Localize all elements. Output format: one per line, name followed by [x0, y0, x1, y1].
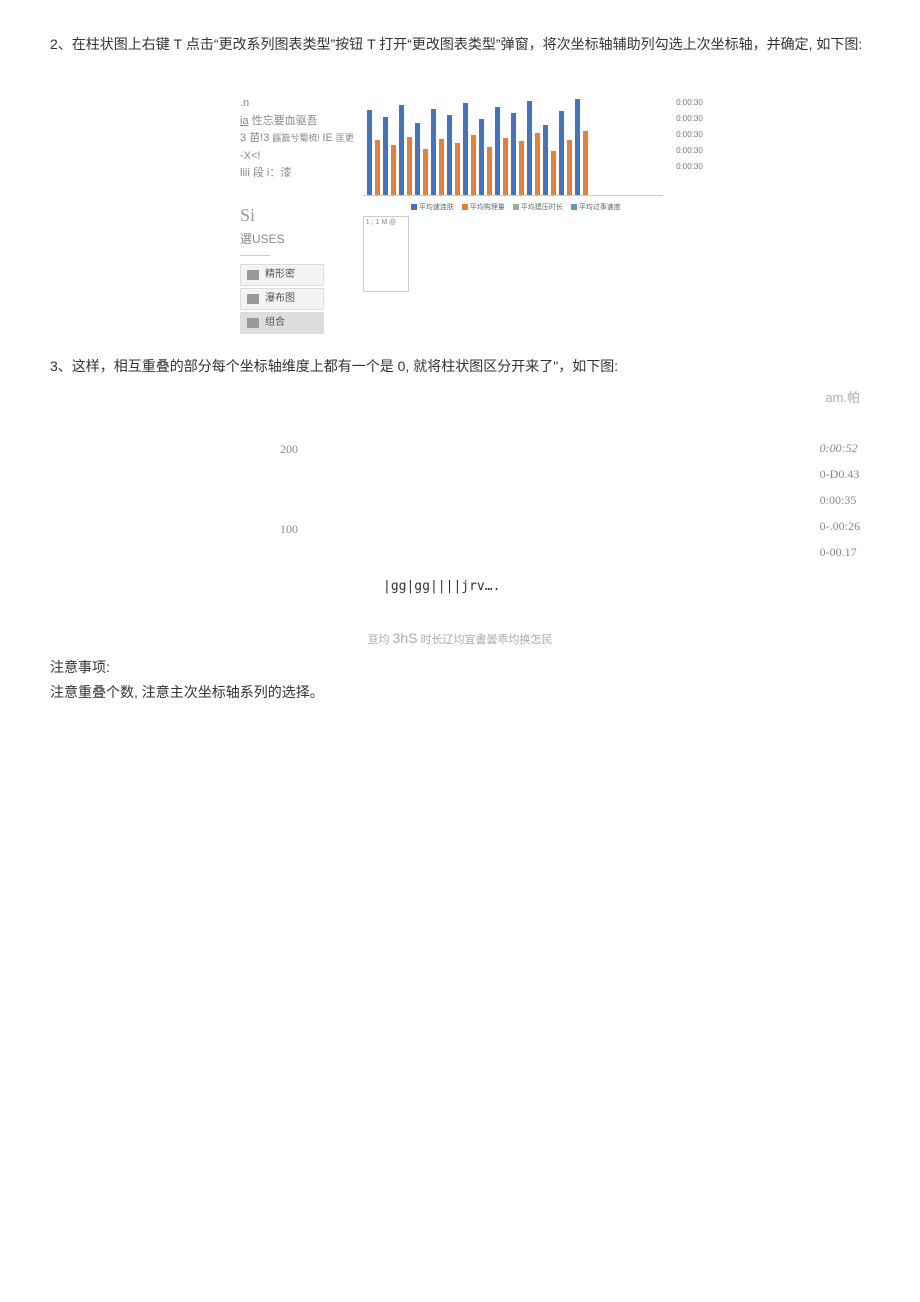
- bar-chart-icon: [247, 270, 259, 280]
- fig2-caption-post: 时长辽均宜書曇乖均换怎民: [417, 634, 552, 646]
- fig1-stub-box: 1 ; 1 M @: [363, 216, 409, 292]
- fig1-si: Si: [240, 201, 360, 230]
- chart-type-bar-label: 精形密: [265, 267, 295, 283]
- fig2-caption-pre: 亘均: [367, 634, 392, 646]
- fig1-line2-rest: 性忘要血驱吾: [249, 115, 318, 127]
- fig2-r0: 0:00:52: [820, 435, 860, 461]
- fig2-caption-big: 3hS: [393, 630, 418, 646]
- fig2-r4: 0-00.17: [820, 539, 860, 565]
- fig1-ylab-1: 0:00:30: [676, 111, 703, 127]
- legend-swatch-a: [411, 204, 417, 210]
- fig1-line3c: IE: [322, 132, 335, 144]
- legend-swatch-b: [462, 204, 468, 210]
- legend-swatch-c: [513, 204, 519, 210]
- step-2-text: 2、在柱状图上右键 T 点击“更改系列图表类型”按钮 T 打开“更改图表类型”弹…: [50, 34, 870, 55]
- fig1-chart-area: 0:00:30 0:00:30 0:00:30 0:00:30 0:00:30 …: [363, 95, 663, 292]
- combo-chart-icon: [247, 318, 259, 328]
- fig1-line5: liii 段 i：漆: [240, 165, 360, 183]
- fig2-garbled-text: |gg|gg||||jrv….: [383, 579, 500, 594]
- fig2-r3: 0-.00:26: [820, 513, 860, 539]
- legend-label-c: 平均建压时长: [521, 204, 563, 211]
- fig1-line3d: 匡更: [336, 133, 354, 143]
- fig1-left-panel: .n ia 性忘要血驱吾 3 苗!3 鼷篇兮蜀梳! IE 匡更 -X<! lii…: [240, 95, 360, 336]
- fig1-line1: .n: [240, 95, 360, 113]
- waterfall-chart-icon: [247, 294, 259, 304]
- fig1-line3a: 3 苗!3: [240, 132, 272, 144]
- fig2-y200: 200: [280, 442, 298, 457]
- chart-type-buttons: 精形密 瀑布图 组合: [240, 264, 360, 334]
- figure-1-container: .n ia 性忘要血驱吾 3 苗!3 鼷篇兮蜀梳! IE 匡更 -X<! lii…: [50, 95, 870, 336]
- fig1-ylab-3: 0:00:30: [676, 143, 703, 159]
- fig2-right-labels: 0:00:52 0-D0.43 0:00:35 0-.00:26 0-00.17: [820, 435, 860, 565]
- fig1-bars: [363, 95, 663, 196]
- legend-label-d: 平均过事速度: [579, 204, 621, 211]
- fig1-legend: 平均速连肤 平均购理量 平均建压时长 平均过事速度: [363, 202, 663, 212]
- fig1-line4: -X<!: [240, 148, 360, 166]
- figure-1: .n ia 性忘要血驱吾 3 苗!3 鼷篇兮蜀梳! IE 匡更 -X<! lii…: [240, 95, 680, 336]
- legend-swatch-d: [571, 204, 577, 210]
- fig2-caption: 亘均 3hS 时长辽均宜書曇乖均换怎民: [50, 630, 870, 647]
- legend-label-b: 平均购理量: [470, 204, 505, 211]
- figure-2-container: am.帕 200 100 0:00:52 0-D0.43 0:00:35 0-.…: [50, 387, 870, 627]
- notes-body: 注意重叠个数, 注意主次坐标轴系列的选择。: [50, 682, 870, 703]
- legend-label-a: 平均速连肤: [419, 204, 454, 211]
- fig1-secondary-axis-labels: 0:00:30 0:00:30 0:00:30 0:00:30 0:00:30: [676, 95, 703, 175]
- fig1-line2-underlined: ia: [240, 115, 249, 127]
- step-3-text: 3、这样，相互重叠的部分每个坐标轴维度上都有一个是 0, 就将柱状图区分开来了"…: [50, 356, 870, 377]
- fig1-line3: 3 苗!3 鼷篇兮蜀梳! IE 匡更: [240, 130, 360, 148]
- chart-type-waterfall-button[interactable]: 瀑布图: [240, 288, 324, 310]
- fig1-uses: 選USES: [240, 230, 360, 249]
- chart-type-combo-button[interactable]: 组合: [240, 312, 324, 334]
- chart-type-bar-button[interactable]: 精形密: [240, 264, 324, 286]
- fig2-r2: 0:00:35: [820, 487, 860, 513]
- fig1-line3b: 鼷篇兮蜀梳!: [272, 133, 322, 143]
- fig2-y100: 100: [280, 522, 298, 537]
- notes-heading: 注意事项:: [50, 657, 870, 678]
- fig2-r1: 0-D0.43: [820, 461, 860, 487]
- fig1-line2: ia 性忘要血驱吾: [240, 113, 360, 131]
- fig1-ylab-0: 0:00:30: [676, 95, 703, 111]
- fig1-ylab-4: 0:00:30: [676, 159, 703, 175]
- chart-type-waterfall-label: 瀑布图: [265, 291, 295, 307]
- fig2-am-label: am.帕: [825, 387, 860, 406]
- chart-type-combo-label: 组合: [265, 315, 285, 331]
- fig1-ylab-2: 0:00:30: [676, 127, 703, 143]
